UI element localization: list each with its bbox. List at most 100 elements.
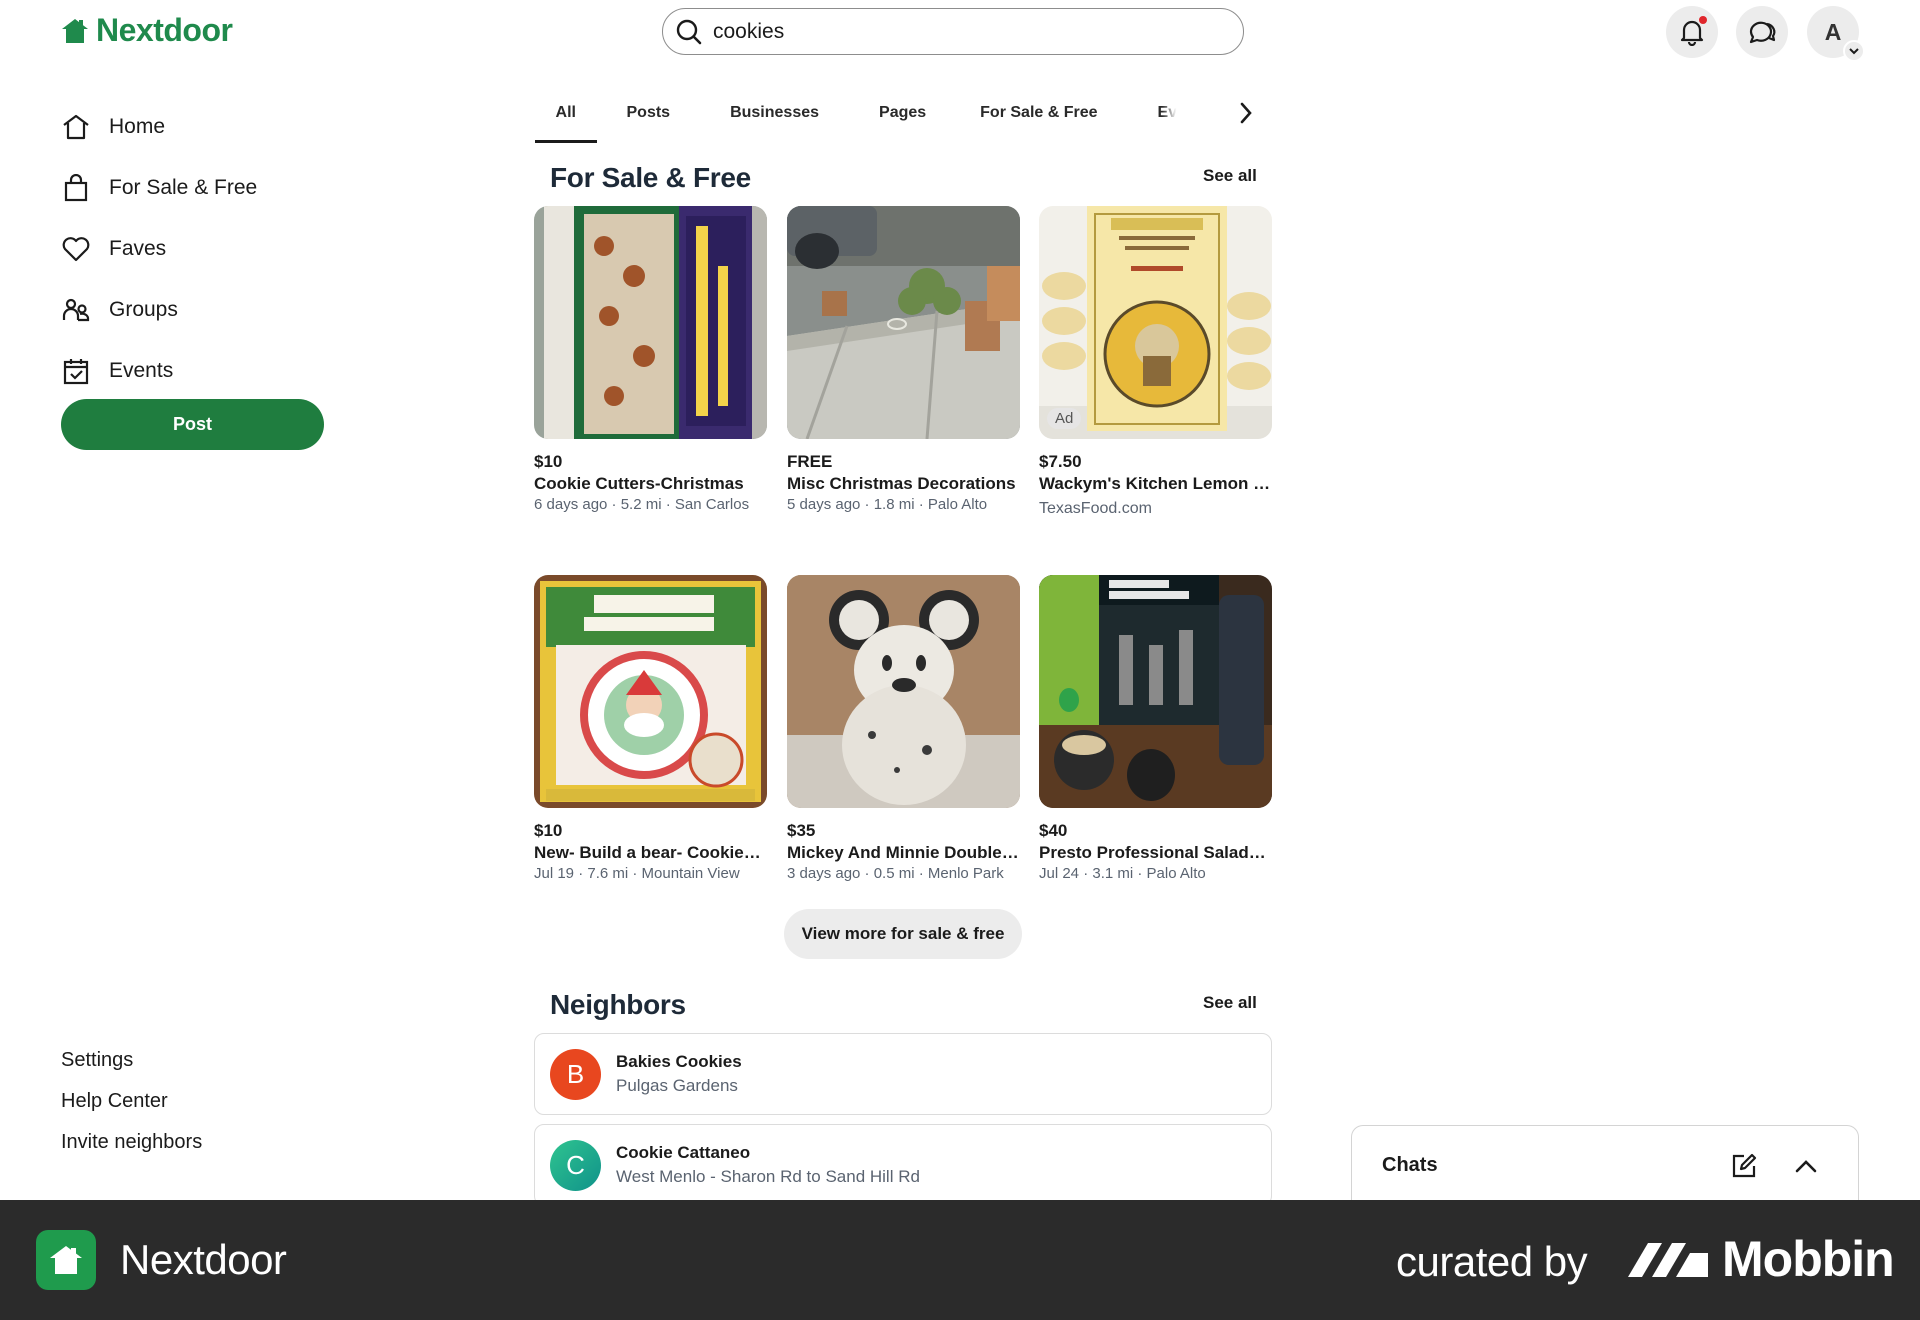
chevron-down-icon <box>1843 40 1865 62</box>
home-icon <box>63 114 89 139</box>
help-center-link[interactable]: Help Center <box>61 1081 202 1122</box>
avatar-initial: A <box>1824 18 1842 45</box>
listing-title: Misc Christmas Decorations <box>787 474 1016 493</box>
listing-card[interactable]: $40 Presto Professional SaladShooter Jul… <box>1039 575 1272 882</box>
sidebar-item-groups[interactable]: Groups <box>61 279 257 340</box>
ad-source[interactable]: TexasFood.com <box>1039 500 1272 518</box>
nextdoor-logo[interactable]: Nextdoor <box>60 12 233 49</box>
listing-card[interactable]: $10 Cookie Cutters-Christmas 6 days ago … <box>534 206 767 513</box>
search-bar[interactable] <box>662 8 1244 55</box>
sidebar-item-events[interactable]: Events <box>61 340 257 401</box>
mobbin-banner: Nextdoor curated by Mobbin <box>0 1200 1920 1320</box>
mobbin-mark-icon <box>1628 1243 1708 1277</box>
tab-all[interactable]: All <box>535 96 597 143</box>
listing-title: Presto Professional SaladShooter <box>1039 843 1272 862</box>
listing-price: FREE <box>787 452 833 471</box>
search-input[interactable] <box>713 19 1193 44</box>
chevron-right-icon <box>1240 102 1252 124</box>
listing-photo-christmas-decorations <box>787 206 1020 439</box>
settings-link[interactable]: Settings <box>61 1040 202 1081</box>
listing-card[interactable]: $10 New- Build a bear- Cookies for Santa… <box>534 575 767 882</box>
notification-dot <box>1699 16 1707 24</box>
listing-price: $10 <box>534 821 563 840</box>
post-button[interactable]: Post <box>61 399 324 450</box>
neighbors-see-all-link[interactable]: See all <box>1203 993 1257 1013</box>
heart-icon <box>62 236 90 261</box>
listing-title: New- Build a bear- Cookies for Santa Kit <box>534 843 767 862</box>
neighbors-section-title: Neighbors <box>550 989 686 1020</box>
tabs-scroll-right-button[interactable] <box>1226 98 1266 128</box>
sidebar-item-faves[interactable]: Faves <box>61 218 257 279</box>
chevron-up-icon <box>1795 1159 1817 1172</box>
listing-photo-cookies-for-santa-kit <box>534 575 767 808</box>
sidebar-nav: Home For Sale & Free Faves Groups Events <box>61 96 257 401</box>
listing-meta: 6 days ago · 5.2 mi · San Carlos <box>534 496 750 513</box>
chats-title: Chats <box>1382 1154 1438 1176</box>
neighbor-name: Cookie Cattaneo <box>616 1143 751 1162</box>
neighbor-info: Bakies Cookies Pulgas Gardens <box>616 1052 742 1096</box>
listing-photo-lemon-cookies: Ad <box>1039 206 1272 439</box>
listing-meta: Jul 19 · 7.6 mi · Mountain View <box>534 865 740 882</box>
for-sale-see-all-link[interactable]: See all <box>1203 166 1257 186</box>
listing-card-ad[interactable]: Ad $7.50 Wackym's Kitchen Lemon Cookies … <box>1039 206 1272 518</box>
search-filter-tabs: All Posts Businesses Pages For Sale & Fr… <box>535 96 1210 143</box>
compose-icon <box>1732 1153 1757 1177</box>
calendar-icon <box>63 358 89 384</box>
banner-curated-by: curated by <box>1396 1238 1588 1285</box>
tab-businesses[interactable]: Businesses <box>730 96 819 143</box>
listing-photo-salad-shooter <box>1039 575 1272 808</box>
tabs-fade-overlay <box>1162 82 1210 130</box>
neighbor-row[interactable]: B Bakies Cookies Pulgas Gardens <box>534 1033 1272 1115</box>
listing-price: $40 <box>1039 821 1068 840</box>
compose-message-button[interactable] <box>1722 1144 1766 1188</box>
neighbor-location: Pulgas Gardens <box>616 1076 738 1095</box>
search-icon <box>676 19 702 44</box>
ad-badge: Ad <box>1047 408 1082 429</box>
chat-bubbles-icon <box>1749 21 1776 44</box>
account-avatar-button[interactable]: A <box>1807 6 1865 62</box>
listing-meta: Jul 24 · 3.1 mi · Palo Alto <box>1039 865 1206 882</box>
neighbor-row[interactable]: C Cookie Cattaneo West Menlo - Sharon Rd… <box>534 1124 1272 1206</box>
tab-posts[interactable]: Posts <box>627 96 671 143</box>
tab-for-sale-free[interactable]: For Sale & Free <box>980 96 1097 143</box>
listing-meta: 3 days ago · 0.5 mi · Menlo Park <box>787 865 1004 882</box>
invite-neighbors-link[interactable]: Invite neighbors <box>61 1122 202 1163</box>
mobbin-logo: Mobbin <box>1626 1230 1895 1288</box>
listing-card[interactable]: FREE Misc Christmas Decorations 5 days a… <box>787 206 1020 513</box>
neighbor-name: Bakies Cookies <box>616 1052 742 1071</box>
chats-dock[interactable]: Chats <box>1351 1125 1859 1205</box>
listing-photo-santa-bake-set <box>534 206 767 439</box>
notifications-button[interactable] <box>1666 6 1718 58</box>
listing-meta: 5 days ago · 1.8 mi · Palo Alto <box>787 496 988 513</box>
tab-pages[interactable]: Pages <box>879 96 926 143</box>
listing-photo-mickey-cookie-jar <box>787 575 1020 808</box>
mobbin-wordmark: Mobbin <box>1722 1231 1895 1287</box>
view-more-for-sale-button[interactable]: View more for sale & free <box>784 909 1022 959</box>
house-logo-icon <box>62 18 88 43</box>
banner-app-name: Nextdoor <box>120 1236 287 1283</box>
avatar: B <box>550 1048 601 1100</box>
listing-title: Cookie Cutters-Christmas <box>534 474 744 493</box>
sidebar-item-label: Events <box>109 358 174 382</box>
groups-icon <box>62 298 90 321</box>
messages-button[interactable] <box>1736 6 1788 58</box>
listing-title: Wackym's Kitchen Lemon Cookies <box>1039 474 1272 493</box>
neighbor-location: West Menlo - Sharon Rd to Sand Hill Rd <box>616 1167 920 1186</box>
for-sale-section-title: For Sale & Free <box>550 162 751 193</box>
listing-title: Mickey And Minnie Double Cookie Jar <box>787 843 1020 862</box>
listing-price: $35 <box>787 821 816 840</box>
listing-price: $7.50 <box>1039 452 1082 471</box>
sidebar-item-for-sale[interactable]: For Sale & Free <box>61 157 257 218</box>
listing-price: $10 <box>534 452 563 471</box>
sidebar-footer-links: Settings Help Center Invite neighbors <box>61 1040 202 1163</box>
listing-card[interactable]: $35 Mickey And Minnie Double Cookie Jar … <box>787 575 1020 882</box>
collapse-chats-button[interactable] <box>1784 1144 1828 1188</box>
neighbor-info: Cookie Cattaneo West Menlo - Sharon Rd t… <box>616 1143 920 1187</box>
avatar: C <box>550 1139 601 1191</box>
sidebar-item-label: Faves <box>109 236 167 260</box>
logo-text: Nextdoor <box>96 12 233 48</box>
sidebar-item-label: Groups <box>109 297 178 321</box>
sidebar-item-home[interactable]: Home <box>61 96 257 157</box>
sidebar-item-label: Home <box>109 114 166 138</box>
nextdoor-app-icon <box>36 1230 96 1290</box>
